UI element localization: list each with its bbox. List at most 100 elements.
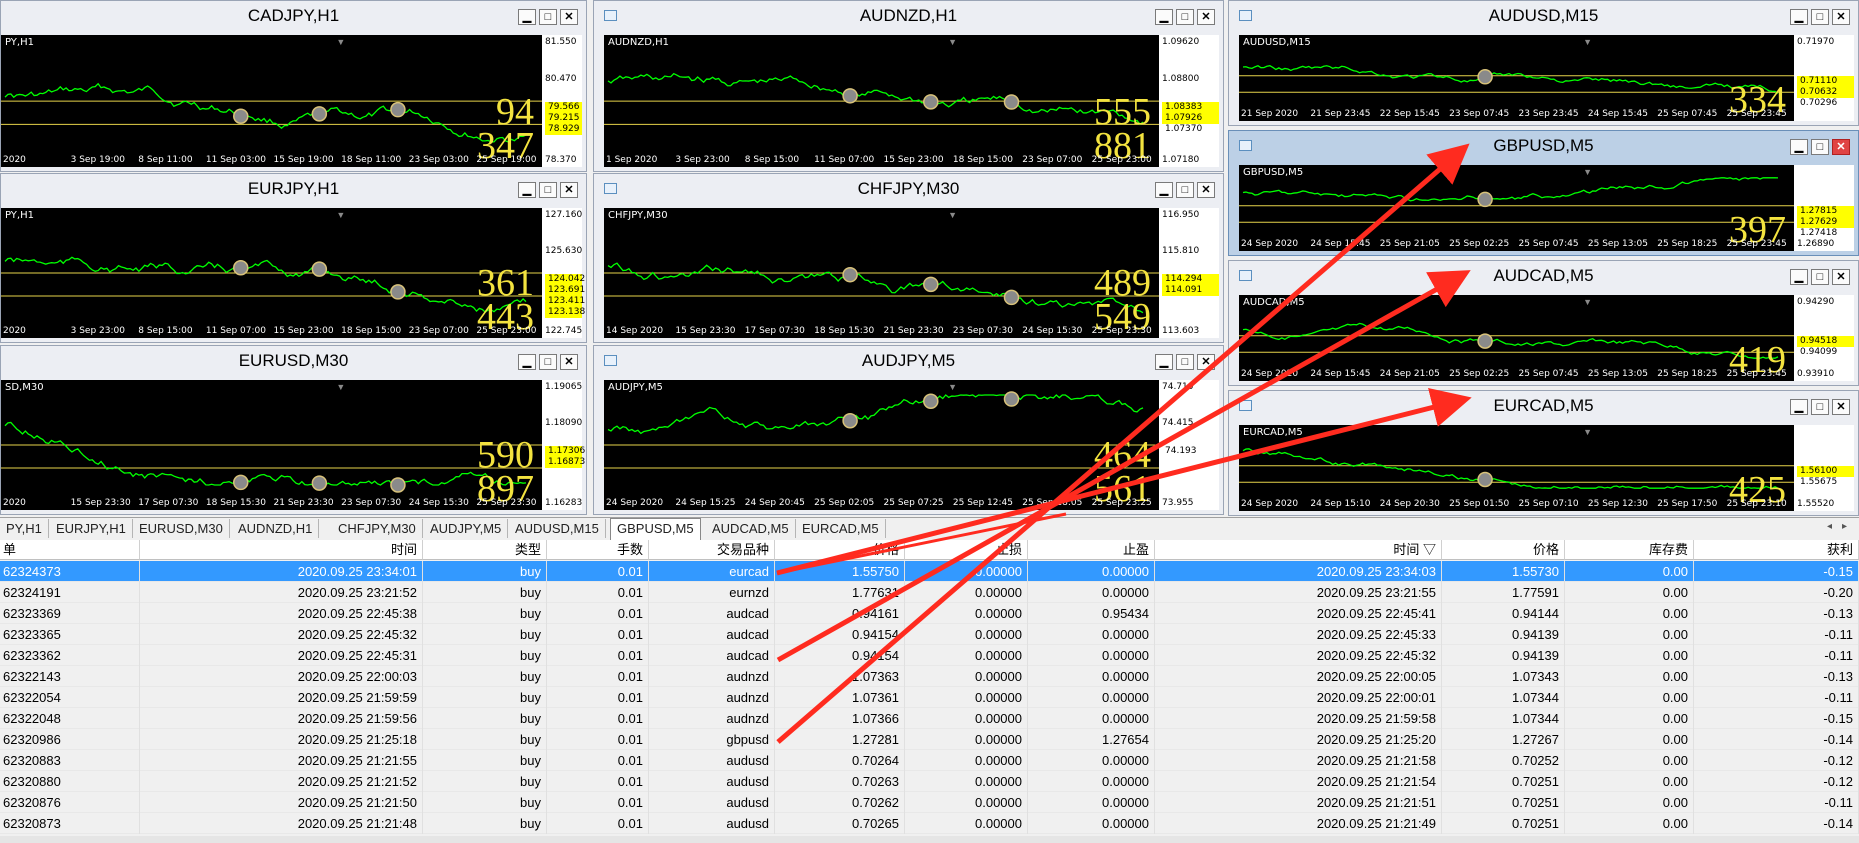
trade-marker-icon[interactable] (923, 276, 939, 293)
column-header[interactable]: 时间 (140, 540, 423, 560)
trade-marker-icon[interactable] (233, 259, 249, 276)
column-header[interactable]: 时间 ▽ (1155, 540, 1442, 560)
chart-tab[interactable]: AUDUSD,M15 (509, 519, 606, 538)
chart-window[interactable]: CHFJPY,M30 ▁ □ ✕ CHFJPY,M30 ▼ 489 549 14 Sep 202… (593, 173, 1224, 343)
tab-scroll-left-icon[interactable]: ◂ (1827, 521, 1832, 532)
maximize-icon[interactable]: □ (1811, 9, 1829, 25)
column-header[interactable]: 库存费 (1565, 540, 1694, 560)
trade-marker-icon[interactable] (390, 101, 406, 118)
price-chart[interactable]: AUDCAD,M5 ▼ 419 24 Sep 2020 24 Sep 15:45 24 S… (1239, 295, 1794, 381)
column-header[interactable]: 价格 (1442, 540, 1565, 560)
maximize-icon[interactable]: □ (1176, 354, 1194, 370)
close-icon[interactable]: ✕ (1197, 9, 1215, 25)
column-header[interactable]: 类型 (423, 540, 547, 560)
maximize-icon[interactable]: □ (1811, 399, 1829, 415)
trade-marker-icon[interactable] (923, 94, 939, 110)
table-row[interactable]: 62323369 2020.09.25 22:45:38 buy 0.01 audcad… (0, 603, 1859, 624)
maximize-icon[interactable]: □ (1811, 269, 1829, 285)
minimize-icon[interactable]: ▁ (1155, 354, 1173, 370)
maximize-icon[interactable]: □ (1811, 139, 1829, 155)
trade-marker-icon[interactable] (1477, 191, 1493, 208)
column-header[interactable]: 获利 (1694, 540, 1859, 560)
chart-window[interactable]: EURUSD,M30 ▁ □ ✕ SD,M30 ▼ 590 897 2020 15 Sep 23:… (0, 345, 587, 515)
chart-tab[interactable]: PY,H1 (0, 519, 49, 538)
table-row[interactable]: 62324191 2020.09.25 23:21:52 buy 0.01 eurnzd… (0, 582, 1859, 603)
trade-marker-icon[interactable] (311, 106, 328, 122)
minimize-icon[interactable]: ▁ (518, 182, 536, 198)
maximize-icon[interactable]: □ (539, 182, 557, 198)
chart-tab[interactable]: GBPUSD,M5 (610, 518, 701, 540)
close-icon[interactable]: ✕ (1197, 182, 1215, 198)
close-icon[interactable]: ✕ (1832, 269, 1850, 285)
price-chart[interactable]: AUDUSD,M15 ▼ 334 21 Sep 2020 21 Sep 23:45 22 … (1239, 35, 1794, 121)
trade-marker-icon[interactable] (1003, 94, 1020, 110)
chart-tab[interactable]: EURJPY,H1 (50, 519, 133, 538)
table-row[interactable]: 62322048 2020.09.25 21:59:56 buy 0.01 audnzd… (0, 708, 1859, 729)
chart-tab[interactable]: AUDJPY,M5 (424, 519, 509, 538)
maximize-icon[interactable]: □ (1176, 9, 1194, 25)
price-chart[interactable]: EURCAD,M5 ▼ 425 24 Sep 2020 24 Sep 15:10 24 S… (1239, 425, 1794, 511)
column-header[interactable]: 止损 (905, 540, 1028, 560)
chart-tab[interactable]: AUDNZD,H1 (232, 519, 320, 538)
table-row[interactable]: 62323365 2020.09.25 22:45:32 buy 0.01 audcad… (0, 624, 1859, 645)
price-chart[interactable]: CHFJPY,M30 ▼ 489 549 14 Sep 2020 15 Sep 23:30… (604, 208, 1159, 338)
chart-window[interactable]: AUDUSD,M15 ▁ □ ✕ AUDUSD,M15 ▼ 334 21 Sep 2020 21… (1228, 0, 1859, 126)
maximize-icon[interactable]: □ (539, 354, 557, 370)
close-icon[interactable]: ✕ (560, 354, 578, 370)
column-header[interactable]: 单 (0, 540, 140, 560)
chart-window[interactable]: GBPUSD,M5 ▁ □ ✕ GBPUSD,M5 ▼ 397 24 Sep 2020 24 S… (1228, 130, 1859, 256)
trade-marker-icon[interactable] (390, 477, 406, 493)
price-chart[interactable]: GBPUSD,M5 ▼ 397 24 Sep 2020 24 Sep 15:45 25 S… (1239, 165, 1794, 251)
table-row[interactable]: 62322054 2020.09.25 21:59:59 buy 0.01 audnzd… (0, 687, 1859, 708)
tab-scroll-right-icon[interactable]: ▸ (1842, 521, 1847, 532)
chart-window[interactable]: CADJPY,H1 ▁ □ ✕ PY,H1 ▼ 94 347 2020 3 Sep 19:00 8 … (0, 0, 587, 172)
price-chart[interactable]: AUDJPY,M5 ▼ 464 561 24 Sep 2020 24 Sep 15:25 2… (604, 380, 1159, 510)
minimize-icon[interactable]: ▁ (1790, 139, 1808, 155)
maximize-icon[interactable]: □ (539, 9, 557, 25)
close-icon[interactable]: ✕ (560, 9, 578, 25)
chart-tab[interactable]: AUDCAD,M5 (706, 519, 796, 538)
column-header[interactable]: 交易品种 (649, 540, 775, 560)
trade-marker-icon[interactable] (233, 474, 249, 491)
table-row[interactable]: 62320880 2020.09.25 21:21:52 buy 0.01 audusd… (0, 771, 1859, 792)
price-chart[interactable]: PY,H1 ▼ 94 347 2020 3 Sep 19:00 8 Sep 11:00 11 … (1, 35, 542, 167)
close-icon[interactable]: ✕ (560, 182, 578, 198)
close-icon[interactable]: ✕ (1832, 399, 1850, 415)
chart-window[interactable]: AUDCAD,M5 ▁ □ ✕ AUDCAD,M5 ▼ 419 24 Sep 2020 24 S… (1228, 260, 1859, 386)
trade-marker-icon[interactable] (1003, 289, 1020, 306)
table-row[interactable]: 62320873 2020.09.25 21:21:48 buy 0.01 audusd… (0, 813, 1859, 834)
chart-tab[interactable]: EURCAD,M5 (796, 519, 886, 538)
column-header[interactable]: 价格 (775, 540, 905, 560)
table-row[interactable]: 62324373 2020.09.25 23:34:01 buy 0.01 eurcad… (0, 561, 1859, 582)
price-chart[interactable]: SD,M30 ▼ 590 897 2020 15 Sep 23:30 17 Sep 07:3… (1, 380, 542, 510)
minimize-icon[interactable]: ▁ (1790, 269, 1808, 285)
trade-marker-icon[interactable] (842, 413, 858, 429)
trade-marker-icon[interactable] (842, 266, 858, 283)
price-chart[interactable]: PY,H1 ▼ 361 443 2020 3 Sep 23:00 8 Sep 15:00 11… (1, 208, 542, 338)
table-row[interactable]: 62320883 2020.09.25 21:21:55 buy 0.01 audusd… (0, 750, 1859, 771)
trade-marker-icon[interactable] (311, 475, 328, 491)
table-row[interactable]: 62320876 2020.09.25 21:21:50 buy 0.01 audusd… (0, 792, 1859, 813)
column-header[interactable]: 止盈 (1028, 540, 1155, 560)
close-icon[interactable]: ✕ (1197, 354, 1215, 370)
chart-tab[interactable]: CHFJPY,M30 (332, 519, 423, 538)
trade-marker-icon[interactable] (1477, 471, 1493, 488)
chart-window[interactable]: AUDNZD,H1 ▁ □ ✕ AUDNZD,H1 ▼ 555 881 1 Sep 2020 3 … (593, 0, 1224, 172)
trade-marker-icon[interactable] (842, 88, 858, 104)
price-chart[interactable]: AUDNZD,H1 ▼ 555 881 1 Sep 2020 3 Sep 23:00 8 S… (604, 35, 1159, 167)
close-icon[interactable]: ✕ (1832, 139, 1850, 155)
chart-tab[interactable]: EURUSD,M30 (133, 519, 230, 538)
trade-marker-icon[interactable] (1003, 391, 1020, 407)
minimize-icon[interactable]: ▁ (1155, 9, 1173, 25)
trade-marker-icon[interactable] (1477, 69, 1493, 85)
horizontal-scrollbar[interactable] (0, 836, 1859, 843)
minimize-icon[interactable]: ▁ (1155, 182, 1173, 198)
trade-marker-icon[interactable] (390, 284, 406, 300)
minimize-icon[interactable]: ▁ (1790, 399, 1808, 415)
table-row[interactable]: 62320986 2020.09.25 21:25:18 buy 0.01 gbpusd… (0, 729, 1859, 750)
chart-window[interactable]: EURCAD,M5 ▁ □ ✕ EURCAD,M5 ▼ 425 24 Sep 2020 24 S… (1228, 390, 1859, 516)
maximize-icon[interactable]: □ (1176, 182, 1194, 198)
minimize-icon[interactable]: ▁ (1790, 9, 1808, 25)
chart-window[interactable]: EURJPY,H1 ▁ □ ✕ PY,H1 ▼ 361 443 2020 3 Sep 23:00 8… (0, 173, 587, 343)
column-header[interactable]: 手数 (547, 540, 649, 560)
